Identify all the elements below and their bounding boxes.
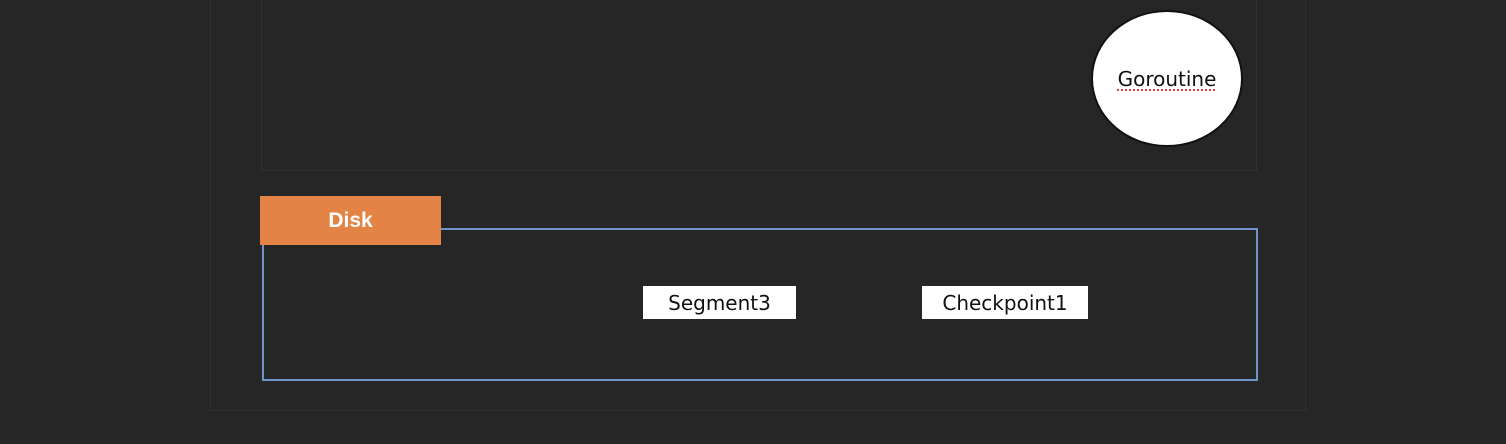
memory-title-cut-off bbox=[690, 0, 790, 4]
goroutine-node[interactable]: Goroutine bbox=[1091, 10, 1243, 147]
checkpoint1-box[interactable]: Checkpoint1 bbox=[922, 286, 1088, 319]
disk-tab[interactable]: Disk bbox=[260, 196, 441, 245]
goroutine-label: Goroutine bbox=[1117, 66, 1217, 91]
diagram-canvas: Goroutine Disk Segment3 Checkpoint1 bbox=[0, 0, 1506, 444]
disk-label: Disk bbox=[328, 208, 373, 232]
segment3-box[interactable]: Segment3 bbox=[643, 286, 796, 319]
